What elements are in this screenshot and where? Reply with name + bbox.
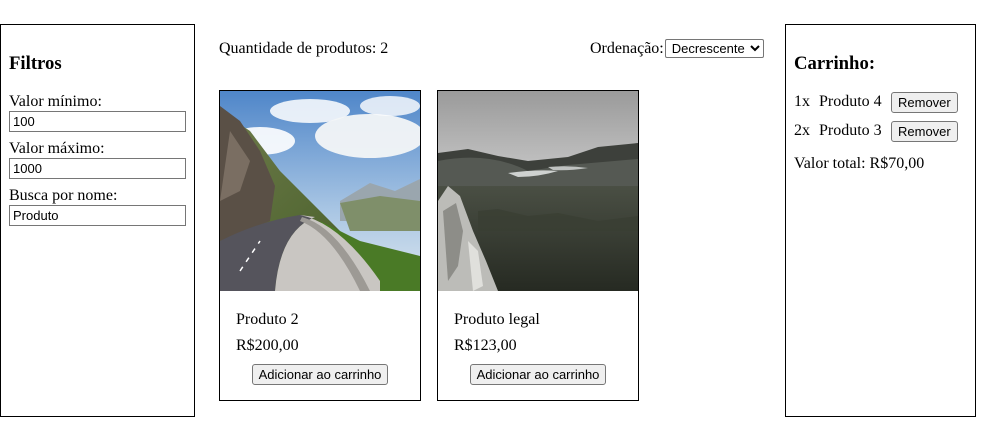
sort-label: Ordenação: — [590, 39, 664, 57]
product-image-valley-landscape — [438, 91, 638, 291]
add-to-cart-button[interactable]: Adicionar ao carrinho — [251, 364, 389, 385]
min-value-input[interactable] — [9, 111, 186, 132]
product-image-mountain-road — [220, 91, 420, 291]
cart-item: 2x Produto 3 Remover — [794, 120, 967, 142]
sort-control: Ordenação: Decrescente — [590, 39, 764, 58]
product-name: Produto 2 — [236, 311, 299, 328]
cart-panel: Carrinho: 1x Produto 4 Remover 2x Produt… — [785, 24, 976, 417]
name-search-label: Busca por nome: — [9, 187, 118, 204]
product-card: Produto 2 R$200,00 Adicionar ao carrinho — [219, 90, 421, 401]
filters-title: Filtros — [9, 53, 62, 74]
cart-item-quantity: 2x — [794, 122, 810, 139]
product-name: Produto legal — [454, 311, 540, 328]
add-to-cart-button[interactable]: Adicionar ao carrinho — [469, 364, 607, 385]
name-search-input[interactable] — [9, 205, 186, 226]
max-value-label: Valor máximo: — [9, 140, 105, 157]
max-value-input[interactable] — [9, 158, 186, 179]
min-value-label: Valor mínimo: — [9, 93, 102, 110]
cart-title: Carrinho: — [794, 53, 876, 74]
product-price: R$123,00 — [454, 337, 517, 354]
product-price: R$200,00 — [236, 337, 299, 354]
remove-item-button[interactable]: Remover — [891, 120, 958, 142]
sort-select[interactable]: Decrescente — [664, 39, 764, 58]
cart-total: Valor total: R$70,00 — [794, 155, 925, 172]
cart-item-quantity: 1x — [794, 93, 810, 110]
cart-item-name: Produto 3 — [819, 122, 882, 139]
product-card: Produto legal R$123,00 Adicionar ao carr… — [437, 90, 639, 401]
filters-panel: Filtros Valor mínimo: Valor máximo: Busc… — [0, 24, 195, 417]
remove-item-button[interactable]: Remover — [891, 91, 958, 113]
cart-item-name: Produto 4 — [819, 93, 882, 110]
cart-item: 1x Produto 4 Remover — [794, 91, 967, 113]
product-count: Quantidade de produtos: 2 — [219, 40, 389, 57]
